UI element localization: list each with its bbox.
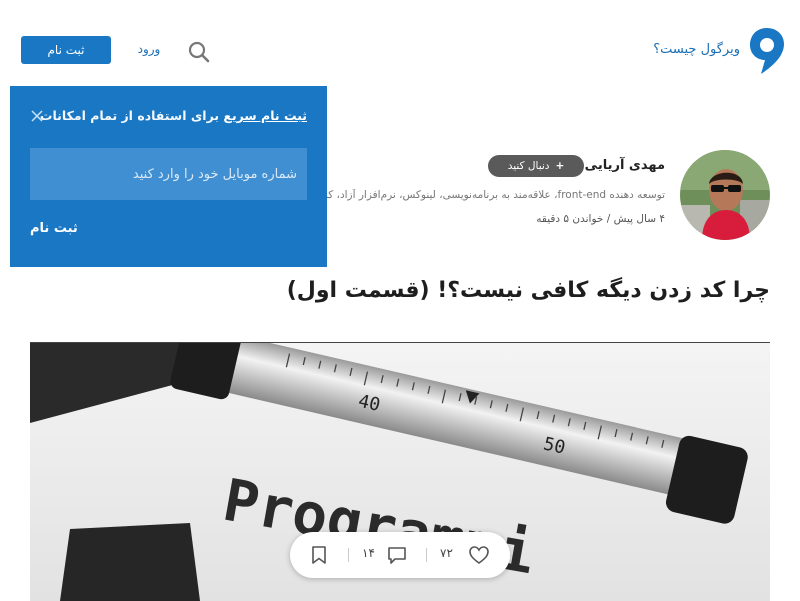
search-icon[interactable] (186, 39, 212, 65)
post-meta: ۴ سال پیش / خواندن ۵ دقیقه (536, 213, 665, 225)
divider (348, 548, 349, 562)
comment-icon[interactable] (386, 544, 408, 566)
author-name[interactable]: مهدی آریایی (585, 158, 665, 173)
author-avatar[interactable] (680, 150, 770, 240)
popup-title-strong[interactable]: ثبت نام سریع (223, 108, 307, 123)
post-title: چرا کد زدن دیگه کافی نیست؟! (قسمت اول) (286, 278, 770, 303)
divider (426, 548, 427, 562)
quick-signup-popup: ثبت نام سریع برای استفاده از تمام امکانا… (10, 86, 327, 267)
follow-label: دنبال کنید (507, 160, 550, 172)
author-bio: توسعه دهنده front-end، علاقه‌مند به برنا… (327, 189, 665, 201)
bookmark-icon[interactable] (308, 544, 330, 566)
heart-icon[interactable] (468, 544, 490, 566)
register-button[interactable]: ثبت نام (21, 36, 111, 64)
phone-number-input[interactable] (30, 148, 307, 200)
comments-count: ۱۴ (362, 546, 375, 560)
post-action-bar: ۷۲ ۱۴ (290, 532, 510, 578)
follow-button[interactable]: + دنبال کنید (488, 155, 584, 177)
plus-icon: + (555, 160, 565, 172)
popup-title: ثبت نام سریع برای استفاده از تمام امکانا… (40, 108, 307, 123)
likes-count: ۷۲ (440, 546, 453, 560)
about-virgool-link[interactable]: ویرگول چیست؟ (640, 42, 740, 57)
popup-register-button[interactable]: ثبت نام (30, 221, 78, 236)
virgool-logo-icon[interactable] (748, 26, 786, 76)
site-header: ویرگول چیست؟ ورود ثبت نام (0, 0, 800, 100)
login-link[interactable]: ورود (130, 42, 168, 56)
popup-title-rest: برای استفاده از تمام امکانات (39, 108, 224, 123)
